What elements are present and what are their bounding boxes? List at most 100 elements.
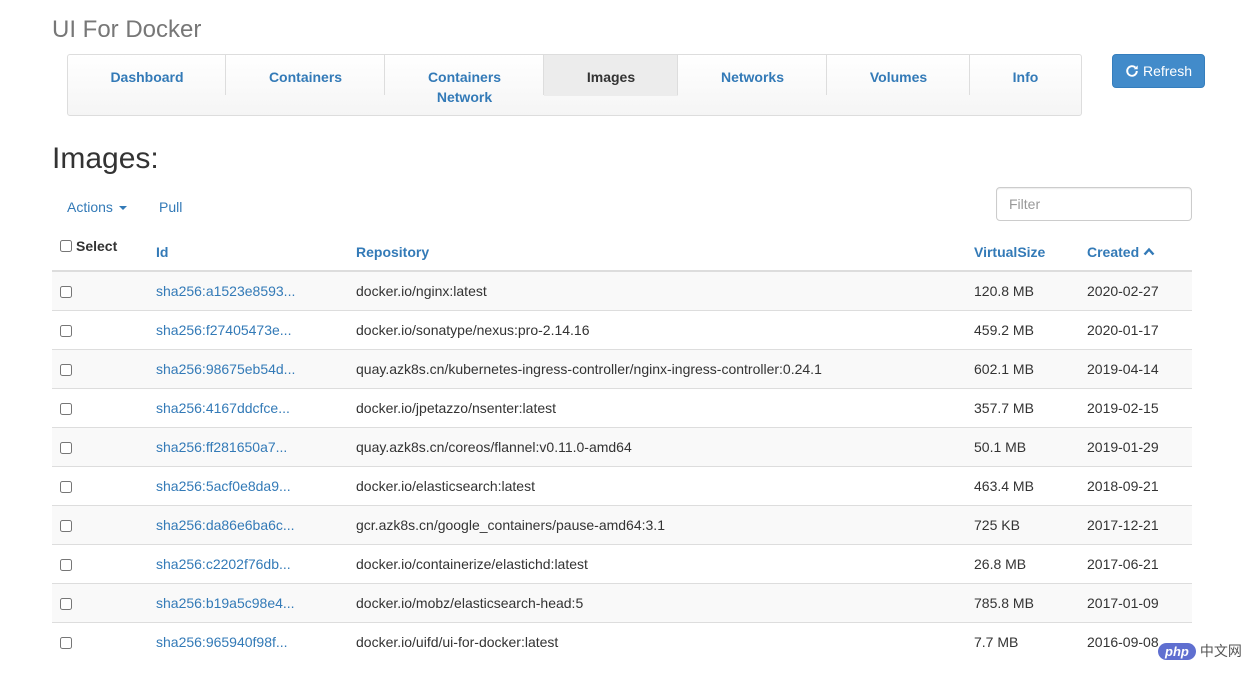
table-row[interactable]: sha256:da86e6ba6c... gcr.azk8s.cn/google… — [52, 504, 1192, 544]
row-checkbox[interactable] — [60, 558, 72, 571]
virtual-size-cell: 50.1 MB — [974, 426, 1087, 466]
row-checkbox[interactable] — [60, 324, 72, 337]
virtual-size-cell: 785.8 MB — [974, 582, 1087, 622]
refresh-icon — [1125, 64, 1139, 78]
row-select-cell — [52, 426, 156, 466]
image-id-link[interactable]: sha256:4167ddcfce... — [156, 387, 356, 427]
images-table: Select Id Repository VirtualSize Created… — [52, 232, 1192, 661]
created-column-header[interactable]: Created — [1087, 232, 1192, 272]
table-header-row: Select Id Repository VirtualSize Created — [52, 232, 1192, 272]
created-header-label: Created — [1087, 244, 1140, 260]
virtual-size-cell: 26.8 MB — [974, 543, 1087, 583]
row-select-cell — [52, 270, 156, 310]
pull-link[interactable]: Pull — [159, 199, 182, 215]
row-select-cell — [52, 582, 156, 622]
table-row[interactable]: sha256:965940f98f... docker.io/uifd/ui-f… — [52, 621, 1192, 661]
created-cell: 2019-02-15 — [1087, 387, 1192, 427]
table-row[interactable]: sha256:b19a5c98e4... docker.io/mobz/elas… — [52, 582, 1192, 622]
tab-label: Info — [1012, 69, 1039, 85]
row-select-cell — [52, 348, 156, 388]
refresh-label: Refresh — [1142, 63, 1193, 79]
virtual-size-cell: 7.7 MB — [974, 621, 1087, 661]
repository-cell: quay.azk8s.cn/kubernetes-ingress-control… — [356, 348, 974, 388]
row-checkbox[interactable] — [60, 519, 72, 532]
repository-cell: docker.io/elasticsearch:latest — [356, 465, 974, 505]
tab-label: Containers — [268, 69, 343, 85]
image-id-link[interactable]: sha256:da86e6ba6c... — [156, 504, 356, 544]
row-select-cell — [52, 387, 156, 427]
tab-containers-network[interactable]: Containers Network — [385, 55, 544, 115]
table-row[interactable]: sha256:f27405473e... docker.io/sonatype/… — [52, 309, 1192, 349]
created-cell: 2017-01-09 — [1087, 582, 1192, 622]
row-checkbox[interactable] — [60, 363, 72, 376]
virtual-size-cell: 602.1 MB — [974, 348, 1087, 388]
tab-label: Networks — [720, 69, 785, 85]
repository-cell: docker.io/uifd/ui-for-docker:latest — [356, 621, 974, 661]
main-nav: Dashboard Containers Containers Network … — [67, 54, 1082, 116]
id-column-header[interactable]: Id — [156, 232, 356, 272]
image-id-link[interactable]: sha256:965940f98f... — [156, 621, 356, 661]
repository-cell: quay.azk8s.cn/coreos/flannel:v0.11.0-amd… — [356, 426, 974, 466]
image-id-link[interactable]: sha256:ff281650a7... — [156, 426, 356, 466]
created-cell: 2020-01-17 — [1087, 309, 1192, 349]
tab-volumes[interactable]: Volumes — [827, 55, 970, 115]
filter-input[interactable] — [996, 187, 1192, 221]
repository-column-header[interactable]: Repository — [356, 232, 974, 272]
row-checkbox[interactable] — [60, 441, 72, 454]
row-checkbox[interactable] — [60, 597, 72, 610]
table-row[interactable]: sha256:a1523e8593... docker.io/nginx:lat… — [52, 270, 1192, 310]
created-cell: 2017-06-21 — [1087, 543, 1192, 583]
repository-cell: gcr.azk8s.cn/google_containers/pause-amd… — [356, 504, 974, 544]
virtual-size-cell: 120.8 MB — [974, 270, 1087, 310]
row-checkbox[interactable] — [60, 402, 72, 415]
app-title: UI For Docker — [52, 16, 202, 43]
select-header-label: Select — [76, 238, 118, 254]
image-id-link[interactable]: sha256:a1523e8593... — [156, 270, 356, 310]
repository-cell: docker.io/containerize/elastichd:latest — [356, 543, 974, 583]
table-row[interactable]: sha256:5acf0e8da9... docker.io/elasticse… — [52, 465, 1192, 505]
tab-info[interactable]: Info — [970, 55, 1081, 115]
tab-label: Images — [586, 69, 636, 85]
image-id-link[interactable]: sha256:5acf0e8da9... — [156, 465, 356, 505]
site-watermark: php 中文网 — [1158, 640, 1242, 662]
page-heading: Images: — [52, 142, 159, 175]
watermark-badge: php — [1158, 642, 1196, 660]
image-id-link[interactable]: sha256:f27405473e... — [156, 309, 356, 349]
row-select-cell — [52, 504, 156, 544]
tab-images[interactable]: Images — [544, 55, 678, 96]
tab-label: Dashboard — [110, 69, 184, 85]
created-cell: 2019-01-29 — [1087, 426, 1192, 466]
tab-networks[interactable]: Networks — [678, 55, 827, 115]
row-select-cell — [52, 465, 156, 505]
image-id-link[interactable]: sha256:c2202f76db... — [156, 543, 356, 583]
row-select-cell — [52, 621, 156, 661]
select-all-checkbox[interactable] — [60, 240, 72, 252]
tab-label: Volumes — [869, 69, 928, 85]
select-column-header: Select — [52, 232, 156, 272]
repository-cell: docker.io/mobz/elasticsearch-head:5 — [356, 582, 974, 622]
row-select-cell — [52, 309, 156, 349]
table-row[interactable]: sha256:c2202f76db... docker.io/container… — [52, 543, 1192, 583]
virtual-size-cell: 463.4 MB — [974, 465, 1087, 505]
repository-cell: docker.io/jpetazzo/nsenter:latest — [356, 387, 974, 427]
actions-dropdown[interactable]: Actions — [67, 199, 127, 215]
tab-dashboard[interactable]: Dashboard — [68, 55, 226, 115]
row-checkbox[interactable] — [60, 637, 72, 650]
chevron-up-icon — [1143, 243, 1155, 259]
tab-containers[interactable]: Containers — [226, 55, 385, 115]
table-row[interactable]: sha256:4167ddcfce... docker.io/jpetazzo/… — [52, 387, 1192, 427]
image-id-link[interactable]: sha256:b19a5c98e4... — [156, 582, 356, 622]
virtual-size-cell: 459.2 MB — [974, 309, 1087, 349]
watermark-text: 中文网 — [1199, 643, 1242, 659]
table-row[interactable]: sha256:ff281650a7... quay.azk8s.cn/coreo… — [52, 426, 1192, 466]
virtual-size-column-header[interactable]: VirtualSize — [974, 232, 1087, 272]
actions-label: Actions — [67, 199, 113, 215]
refresh-button[interactable]: Refresh — [1112, 54, 1205, 88]
table-row[interactable]: sha256:98675eb54d... quay.azk8s.cn/kuber… — [52, 348, 1192, 388]
image-id-link[interactable]: sha256:98675eb54d... — [156, 348, 356, 388]
repository-cell: docker.io/nginx:latest — [356, 270, 974, 310]
repository-cell: docker.io/sonatype/nexus:pro-2.14.16 — [356, 309, 974, 349]
row-checkbox[interactable] — [60, 286, 72, 299]
created-cell: 2017-12-21 — [1087, 504, 1192, 544]
row-checkbox[interactable] — [60, 480, 72, 493]
